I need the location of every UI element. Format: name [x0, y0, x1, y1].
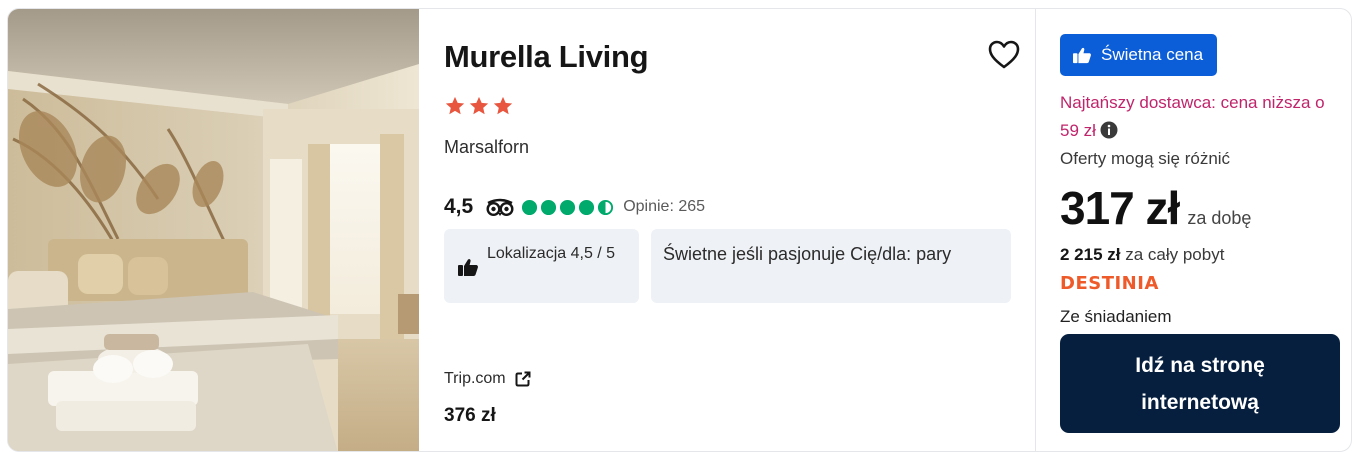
hotel-info: Murella Living Marsalforn 4,5 Opinie: 26… [419, 9, 1035, 451]
alt-provider-price[interactable]: 376 zł [444, 405, 496, 427]
rating-value: 4,5 [444, 195, 474, 218]
hotel-stars [444, 95, 514, 117]
rating-bubble-full [541, 199, 557, 215]
hotel-location: Marsalforn [444, 137, 530, 157]
rating-bubble-half [598, 199, 614, 215]
rating-bubble-full [579, 199, 595, 215]
rating-bubbles [521, 199, 614, 216]
star-icon [493, 96, 513, 115]
total-amount: 2 215 zł [1060, 245, 1121, 264]
total-stay-price: 2 215 zł za cały pobyt [1060, 245, 1224, 265]
external-link-icon [515, 371, 531, 387]
hotel-photo[interactable] [8, 9, 419, 451]
rating-row: 4,5 Opinie: 265 [444, 195, 705, 219]
alt-provider-name: Trip.com [444, 370, 506, 387]
star-icon [445, 96, 465, 115]
good-for-chip: Świetne jeśli pasjonuje Cię/dla: pary [651, 229, 1011, 303]
heart-outline-icon[interactable] [987, 39, 1021, 71]
rating-bubble-full [560, 199, 576, 215]
nightly-price: 317 zł [1060, 182, 1180, 234]
per-night-label: za dobę [1187, 208, 1252, 228]
badge-label: Świetna cena [1101, 45, 1204, 64]
hotel-room-image [8, 9, 419, 451]
thumbs-up-icon [1073, 47, 1091, 64]
total-label: za cały pobyt [1120, 245, 1225, 264]
cheapest-provider-note: Najtańszy dostawca: cena niższa o 59 zł [1060, 89, 1330, 145]
location-score-text: Lokalizacja 4,5 / 5 [487, 245, 616, 262]
board-type: Ze śniadaniem [1060, 307, 1172, 326]
great-price-badge: Świetna cena [1060, 34, 1218, 76]
info-circle-icon[interactable] [1100, 121, 1118, 139]
destinia-logo: DESTINIA [1060, 273, 1159, 294]
price-panel: Świetna cena Najtańszy dostawca: cena ni… [1036, 9, 1351, 451]
tripadvisor-owl-icon [486, 198, 514, 217]
thumbs-up-icon [458, 259, 478, 276]
rating-bubble-full [522, 199, 538, 215]
review-count[interactable]: Opinie: 265 [623, 198, 705, 216]
star-icon [469, 96, 489, 115]
location-score-chip: Lokalizacja 4,5 / 5 [444, 229, 639, 303]
alt-provider-link[interactable]: Trip.com [444, 370, 532, 388]
hotel-result-card[interactable]: Murella Living Marsalforn 4,5 Opinie: 26… [7, 8, 1352, 452]
price-row: 317 zł za dobę [1060, 181, 1251, 235]
go-to-website-button[interactable]: Idź na stronę internetową [1060, 334, 1340, 433]
good-for-text: Świetne jeśli pasjonuje Cię/dla: pary [663, 244, 952, 264]
offers-may-vary: Oferty mogą się różnić [1060, 149, 1231, 168]
hotel-name[interactable]: Murella Living [444, 39, 649, 75]
